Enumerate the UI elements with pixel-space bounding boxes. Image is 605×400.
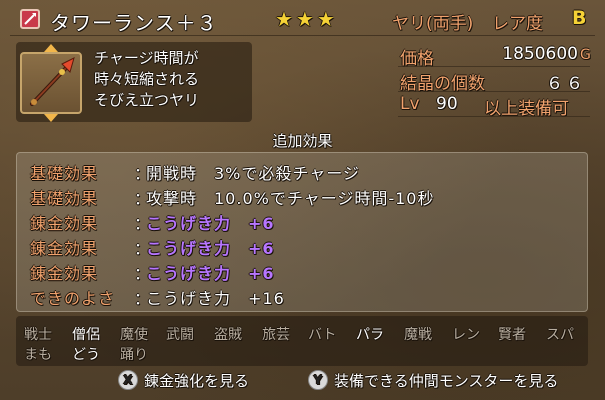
- spear-item-icon: [20, 52, 82, 114]
- job-ranger: レン: [452, 327, 480, 343]
- star-rating: ★★★: [275, 7, 338, 31]
- view-monsters-button[interactable]: Y 装備できる仲間モンスターを見る: [308, 368, 558, 392]
- level-label: Lv: [400, 94, 420, 114]
- job-warrior: 戦士: [24, 327, 52, 343]
- effect-row: 錬金効果 ： こうげき力 +6: [30, 210, 570, 233]
- previous-item-arrow-icon[interactable]: [44, 44, 58, 52]
- effect-label: 基礎効果: [30, 164, 99, 183]
- view-alchemy-label: 錬金強化を見る: [144, 371, 250, 390]
- effect-label: できのよさ: [30, 289, 116, 308]
- job-martial-artist: 武闘: [166, 327, 194, 343]
- rarity-label: レア度: [492, 14, 543, 34]
- alchemy-effect-value: こうげき力 +6: [146, 239, 275, 258]
- divider: [398, 116, 590, 117]
- job-priest: 僧侶: [72, 327, 100, 343]
- effect-row: 錬金効果 ： こうげき力 +6: [30, 260, 570, 283]
- effect-value: 開戦時 3%で必殺チャージ: [146, 164, 360, 183]
- alchemy-effect-value: こうげき力 +6: [146, 264, 275, 283]
- effect-label: 錬金効果: [30, 264, 99, 283]
- divider: [10, 35, 595, 36]
- weapon-category: ヤリ(両手): [392, 14, 474, 34]
- description-line: チャージ時間が: [94, 49, 199, 67]
- effect-label: 錬金効果: [30, 239, 99, 258]
- item-title-row: タワーランス＋３ ★★★ ヤリ(両手) レア度 B: [20, 6, 590, 35]
- job-mage: 魔使: [120, 327, 148, 343]
- rarity-value: B: [572, 7, 587, 29]
- divider: [398, 91, 590, 92]
- divider: [398, 66, 590, 67]
- job-armamentalist: 魔戦: [404, 327, 432, 343]
- effect-row: 錬金効果 ： こうげき力 +6: [30, 235, 570, 258]
- job-thief: 盗賊: [214, 327, 242, 343]
- description-line: 時々短縮される: [94, 70, 200, 88]
- job-battlemaster: バト: [308, 327, 337, 343]
- effect-row: 基礎効果 ： 開戦時 3%で必殺チャージ: [30, 160, 570, 183]
- next-item-arrow-icon[interactable]: [44, 114, 58, 122]
- job-superstar: スパ: [546, 327, 574, 343]
- item-description: チャージ時間が 時々短縮される そびえ立つヤリ: [94, 48, 199, 111]
- job-entertainer: 旅芸: [262, 327, 290, 343]
- effect-value: 攻撃時 10.0%でチャージ時間-10秒: [146, 189, 435, 208]
- effect-label: 基礎効果: [30, 189, 99, 208]
- alchemy-effect-value: こうげき力 +6: [146, 214, 275, 233]
- job-sage: 賢者: [498, 327, 526, 343]
- effect-label: 錬金効果: [30, 214, 99, 233]
- job-itemaster: どう: [72, 347, 100, 363]
- effect-row: 基礎効果 ： 攻撃時 10.0%でチャージ時間-10秒: [30, 185, 570, 208]
- item-name: タワーランス＋３: [50, 11, 218, 35]
- level-value: 90: [436, 94, 458, 114]
- description-line: そびえ立つヤリ: [94, 91, 200, 109]
- job-paladin: パラ: [356, 327, 384, 343]
- job-monster-master: まも: [24, 347, 52, 363]
- y-button-icon: Y: [308, 370, 328, 390]
- view-monsters-label: 装備できる仲間モンスターを見る: [334, 371, 559, 390]
- view-alchemy-button[interactable]: X 錬金強化を見る: [118, 368, 249, 392]
- spear-icon: [20, 9, 40, 29]
- job-dancer: 踊り: [120, 347, 148, 363]
- effect-row: できのよさ ： こうげき力 +16: [30, 285, 570, 308]
- x-button-icon: X: [118, 370, 138, 390]
- effects-heading: 追加効果: [272, 132, 333, 150]
- price-value: 1850600: [502, 44, 578, 64]
- price-unit: G: [580, 47, 591, 63]
- effect-value: こうげき力 +16: [146, 289, 285, 308]
